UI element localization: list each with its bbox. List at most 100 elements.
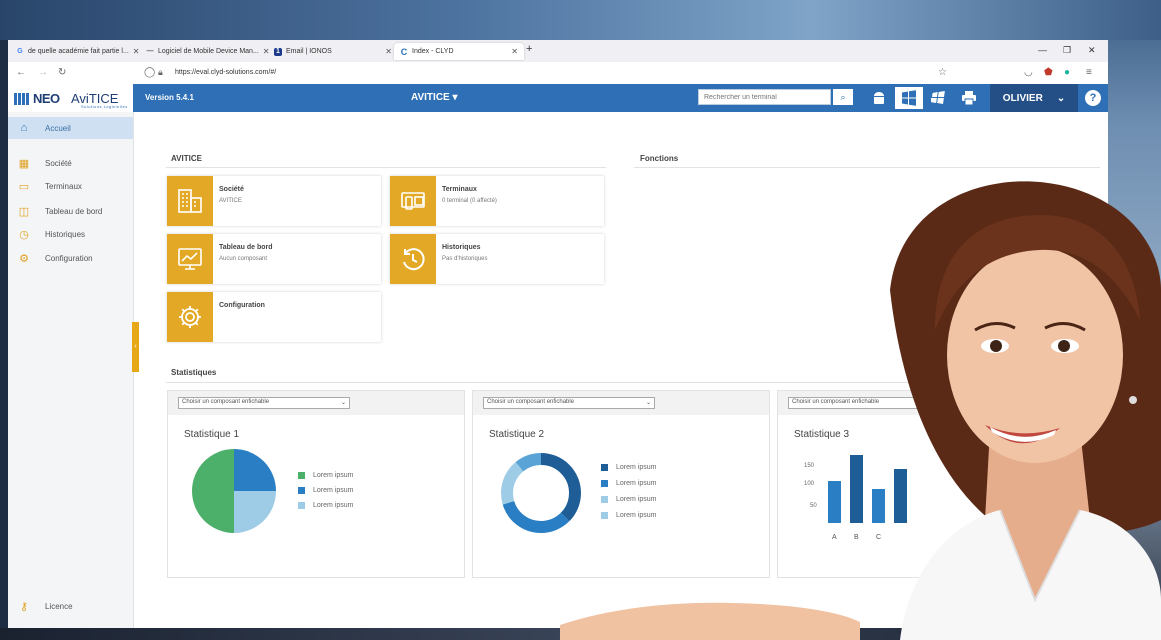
sidebar-item-label: Accueil [45, 123, 71, 133]
sidebar: ⌂ Accueil ▦ Société ▭ Terminaux ◫ Tablea… [8, 112, 134, 628]
close-window-icon[interactable]: ✕ [1088, 45, 1096, 56]
help-button[interactable]: ? [1085, 90, 1101, 106]
panel-header: Choisir un composant enfichable ⌄ [168, 391, 464, 415]
menu-icon[interactable]: ≡ [1086, 67, 1092, 78]
card-terminaux[interactable]: Terminaux 0 terminal (0 affecté) [390, 176, 604, 226]
sidebar-item-licence[interactable]: ⚷ Licence [8, 595, 133, 617]
card-title: Terminaux [442, 186, 477, 193]
panel-title: Statistique 1 [184, 429, 240, 440]
card-subtitle: 0 terminal (0 affecté) [442, 198, 497, 204]
bar [872, 489, 885, 523]
windows-legacy-icon[interactable] [925, 87, 953, 109]
bookmark-star-icon[interactable]: ☆ [938, 67, 947, 78]
version-label: Version 5.4.1 [145, 93, 194, 102]
divider [166, 167, 606, 168]
sidebar-item-accueil[interactable]: ⌂ Accueil [8, 117, 133, 139]
windows-icon[interactable] [895, 87, 923, 109]
sidebar-item-label: Tableau de bord [45, 206, 103, 216]
legend-swatch [298, 472, 305, 479]
legend-label: Lorem ipsum [616, 495, 657, 503]
close-icon[interactable]: ✕ [511, 47, 518, 56]
axis-category-label: C [876, 534, 881, 541]
component-select[interactable]: Choisir un composant enfichable ⌄ [483, 397, 655, 409]
divider [166, 382, 1100, 383]
component-select[interactable]: Choisir un composant enfichable [788, 397, 918, 409]
sidebar-item-societe[interactable]: ▦ Société [8, 152, 133, 174]
shield-icon[interactable]: ◯ [144, 67, 155, 78]
stat-panel-1: Choisir un composant enfichable ⌄ Statist… [167, 390, 465, 578]
lock-icon[interactable]: 🔒︎ [158, 67, 163, 78]
browser-tab[interactable]: G de quelle académie fait partie l... ✕ [10, 43, 140, 60]
bar [894, 469, 907, 523]
user-menu[interactable]: OLIVIER ⌄ [990, 84, 1078, 112]
card-subtitle: Aucun composant [219, 256, 268, 262]
google-icon: G [17, 47, 23, 55]
gear-icon [167, 292, 213, 342]
ublock-icon[interactable]: ⬟ [1044, 67, 1053, 78]
background-photo-top [0, 0, 1161, 40]
legend-swatch [601, 479, 608, 487]
history-icon [390, 234, 436, 284]
stat-panel-2: Choisir un composant enfichable ⌄ Statist… [472, 390, 770, 578]
new-tab-button[interactable]: + [526, 43, 532, 55]
browser-tab-active[interactable]: C Index - CLYD ✕ [394, 43, 524, 60]
pocket-icon[interactable]: ◡ [1024, 67, 1033, 78]
component-select[interactable]: Choisir un composant enfichable ⌄ [178, 397, 350, 409]
section-title-avitice: AVITICE [171, 154, 202, 163]
sidebar-item-configuration[interactable]: ⚙ Configuration [8, 247, 133, 269]
sidebar-item-terminaux[interactable]: ▭ Terminaux [8, 175, 133, 197]
legend-label: Lorem ipsum [616, 463, 657, 471]
card-societe[interactable]: Société AVITICE [167, 176, 381, 226]
legend-label: Lorem ipsum [616, 511, 657, 519]
app-logo[interactable]: NEO AviTICE Solutions Logicielles [8, 84, 133, 113]
browser-tab[interactable]: 1 Email | IONOS ✕ [268, 43, 398, 60]
stat-panel-3: Choisir un composant enfichable Statisti… [777, 390, 1075, 578]
card-subtitle: AVITICE [219, 198, 242, 204]
site-icon: — [146, 47, 154, 55]
forward-icon[interactable]: → [38, 67, 48, 78]
sidebar-item-tableau-de-bord[interactable]: ◫ Tableau de bord [8, 200, 133, 222]
bar-chart: 150 100 50 A B C [804, 455, 907, 541]
ionos-icon: 1 [274, 47, 282, 56]
restore-icon[interactable]: ❐ [1063, 45, 1071, 56]
panel-title: Statistique 3 [794, 429, 850, 440]
legend-item: Lorem ipsum [298, 483, 353, 498]
divider [634, 167, 1100, 168]
donut-chart [501, 453, 581, 533]
android-icon[interactable] [865, 87, 893, 109]
url-field[interactable]: https://eval.clyd-solutions.com/#/ [175, 69, 276, 76]
browser-tab[interactable]: — Logiciel de Mobile Device Man... ✕ [140, 43, 270, 60]
close-icon[interactable]: ✕ [385, 47, 392, 56]
close-icon[interactable]: ✕ [133, 47, 140, 56]
dashboard-icon [167, 234, 213, 284]
panel-header: Choisir un composant enfichable ⌄ [473, 391, 769, 415]
sidebar-item-historiques[interactable]: ◷ Historiques [8, 223, 133, 245]
dashboard-icon: ◫ [18, 205, 30, 218]
printer-icon[interactable] [955, 87, 983, 109]
organization-dropdown[interactable]: AVITICE ▾ [411, 92, 458, 103]
card-configuration[interactable]: Configuration [167, 292, 381, 342]
card-tableau-de-bord[interactable]: Tableau de bord Aucun composant [167, 234, 381, 284]
sidebar-collapse-handle[interactable]: ‹ [132, 322, 139, 372]
minimize-icon[interactable]: — [1038, 45, 1047, 55]
key-icon: ⚷ [19, 600, 29, 613]
reload-icon[interactable]: ↻ [58, 67, 66, 78]
search-terminal-input[interactable] [698, 89, 831, 105]
legend-swatch [601, 495, 608, 503]
pie-chart [192, 449, 276, 533]
select-value: Choisir un composant enfichable [487, 399, 575, 405]
app-header: Version 5.4.1 AVITICE ▾ ⌕ OLIVIER ⌄ ? [133, 84, 1108, 112]
bar [850, 455, 863, 523]
legend-item: Lorem ipsum [298, 498, 353, 513]
select-value: Choisir un composant enfichable [182, 399, 270, 405]
extension-icon[interactable]: ● [1064, 67, 1070, 78]
address-bar: ← → ↻ ◯ 🔒︎ https://eval.clyd-solutions.c… [8, 62, 1108, 85]
building-icon [167, 176, 213, 226]
pie-slice [192, 449, 234, 533]
card-historiques[interactable]: Historiques Pas d'historiques [390, 234, 604, 284]
card-title: Historiques [442, 244, 481, 251]
back-icon[interactable]: ← [16, 67, 26, 78]
search-icon[interactable]: ⌕ [833, 89, 853, 105]
section-title-fonctions: Fonctions [640, 154, 679, 163]
sidebar-item-label: Historiques [45, 229, 86, 239]
